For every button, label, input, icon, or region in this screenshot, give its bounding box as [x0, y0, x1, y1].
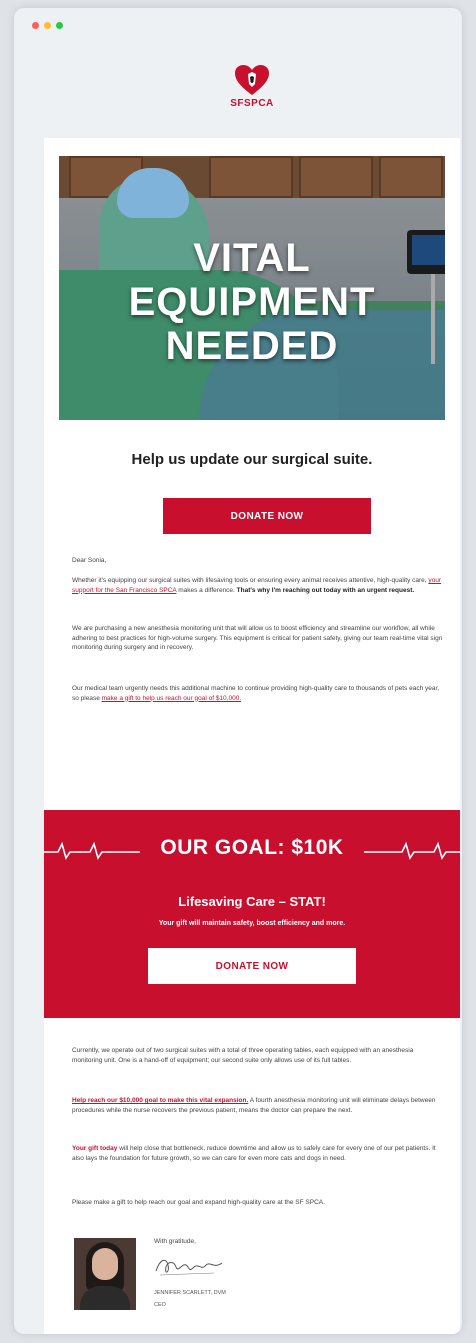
minimize-window-button[interactable]: [44, 22, 51, 29]
hero-image: VITAL EQUIPMENT NEEDED: [59, 156, 445, 420]
paragraph-7: Please make a gift to help reach our goa…: [72, 1199, 325, 1206]
paragraph-3: Our medical team urgently needs this add…: [72, 684, 444, 703]
goal-title: OUR GOAL: $10K: [160, 836, 344, 859]
goal-banner: OUR GOAL: $10K Lifesaving Care – STAT! Y…: [44, 810, 460, 1018]
donate-now-button-secondary[interactable]: DONATE NOW: [148, 948, 356, 984]
donate-now-button[interactable]: DONATE NOW: [163, 498, 371, 534]
goal-link[interactable]: Help reach our $10,000 goal to make this…: [72, 1097, 248, 1104]
paragraph-1: Whether it's equipping our surgical suit…: [72, 576, 444, 595]
logo-text: SFSPCA: [230, 98, 274, 109]
email-body: VITAL EQUIPMENT NEEDED Help us update ou…: [44, 138, 460, 1334]
paragraph-text: will help close that bottleneck, reduce …: [72, 1145, 436, 1162]
signature-block: With gratitude, JENNIFER SCARLETT, DVM C…: [154, 1238, 354, 1308]
signer-title: CEO: [154, 1302, 166, 1308]
signer-name: JENNIFER SCARLETT, DVM: [154, 1290, 226, 1296]
cabinet: [209, 156, 293, 198]
hero-line-2: EQUIPMENT: [128, 280, 376, 324]
paragraph-text: makes a difference.: [178, 586, 235, 594]
subheading: Help us update our surgical suite.: [131, 451, 373, 468]
paragraph-highlight: Your gift today: [72, 1145, 118, 1152]
brand-logo[interactable]: SFSPCA: [220, 64, 284, 109]
surgical-cap: [117, 168, 189, 218]
hero-line-3: NEEDED: [165, 324, 339, 368]
cabinet: [379, 156, 443, 198]
paragraph-4: Currently, we operate out of two surgica…: [72, 1047, 414, 1064]
paragraph-5: Help reach our $10,000 goal to make this…: [72, 1096, 444, 1115]
goal-subtitle: Lifesaving Care – STAT!: [178, 894, 326, 909]
paragraph-6: Your gift today will help close that bot…: [72, 1144, 444, 1163]
hero-line-1: VITAL: [193, 236, 311, 280]
paragraph-bold: That's why I'm reaching out today with a…: [236, 586, 415, 594]
close-window-button[interactable]: [32, 22, 39, 29]
signer-photo: [74, 1238, 136, 1310]
heart-logo-icon: [235, 65, 269, 95]
maximize-window-button[interactable]: [56, 22, 63, 29]
browser-window: SFSPCA VITAL EQUIPMENT NEEDED Help us up…: [14, 8, 462, 1334]
hero-title: VITAL EQUIPMENT NEEDED: [59, 236, 445, 368]
paragraph-2: We are purchasing a new anesthesia monit…: [72, 625, 443, 651]
handwritten-signature: [155, 1259, 223, 1276]
paragraph-text: Whether it's equipping our surgical suit…: [72, 577, 427, 584]
greeting: Dear Sonia,: [72, 557, 107, 564]
make-gift-link[interactable]: make a gift to help us reach our goal of…: [102, 695, 241, 702]
closing-text: With gratitude,: [154, 1238, 196, 1245]
goal-description: Your gift will maintain safety, boost ef…: [158, 920, 346, 927]
cabinet: [299, 156, 373, 198]
window-controls: [32, 22, 63, 29]
